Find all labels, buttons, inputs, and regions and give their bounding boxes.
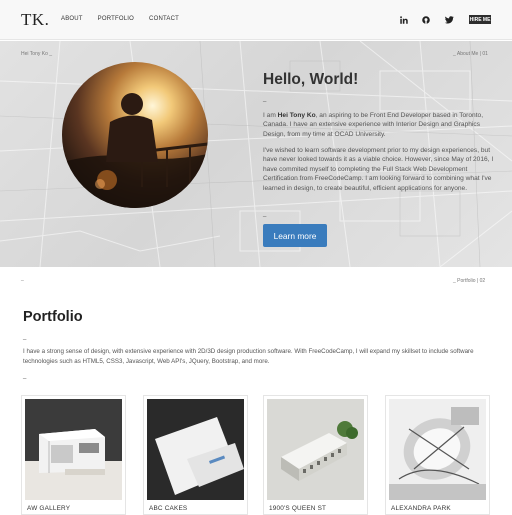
intro-paragraph: I am Hei Tony Ko, an aspiring to be Fron… [263,111,499,139]
intro-name: Hei Tony Ko [277,112,316,119]
nav-item-about[interactable]: ABOUT [61,16,83,22]
portfolio-card[interactable]: ABC CAKES [143,395,248,515]
portfolio-thumb-alexandra-park[interactable] [389,399,486,500]
nav-item-portfolio[interactable]: PORTFOLIO [98,16,134,22]
portfolio-thumb-aw-gallery[interactable] [25,399,122,500]
portfolio-card[interactable]: 1900'S QUEEN ST [263,395,368,515]
portfolio-caption: 1900'S QUEEN ST [269,505,327,512]
divider-dash: _ [23,334,27,340]
github-icon[interactable] [421,15,431,25]
nav-menu: ABOUT PORTFOLIO CONTACT [61,16,179,22]
profile-photo [62,62,208,208]
portfolio-caption: AW GALLERY [27,505,71,512]
portfolio-caption: ABC CAKES [149,505,188,512]
portfolio-crumb-dash: _ [21,276,24,282]
linkedin-icon[interactable] [399,15,409,25]
twitter-icon[interactable] [444,15,454,25]
divider-dash: _ [263,211,267,217]
divider-dash: _ [23,373,27,379]
portfolio-thumb-abc-cakes[interactable] [147,399,244,500]
hero-title: Hello, World! [263,71,359,88]
portfolio-description: I have a strong sense of design, with ex… [23,348,474,365]
hire-me-button[interactable]: HIRE ME [469,15,491,24]
portfolio-card[interactable]: ALEXANDRA PARK [385,395,490,515]
breadcrumb-name: Hei Tony Ko _ [21,51,53,57]
intro-prefix: I am [263,112,278,119]
section-label-portfolio: _ Portfolio | 02 [453,278,486,284]
portfolio-caption: ALEXANDRA PARK [391,505,451,512]
portfolio-card[interactable]: AW GALLERY [21,395,126,515]
divider-dash: _ [263,96,267,102]
navbar: TK. ABOUT PORTFOLIO CONTACT HIRE ME [0,0,512,40]
section-label-about: _ About Me | 01 [453,51,488,57]
nav-item-contact[interactable]: CONTACT [149,16,179,22]
experience-paragraph: I've wished to learn software developmen… [263,147,494,192]
portfolio-title: Portfolio [23,309,83,325]
brand-logo[interactable]: TK. [21,10,49,30]
portfolio-thumb-1900s-queen-st[interactable] [267,399,364,500]
learn-more-button[interactable]: Learn more [263,224,327,247]
